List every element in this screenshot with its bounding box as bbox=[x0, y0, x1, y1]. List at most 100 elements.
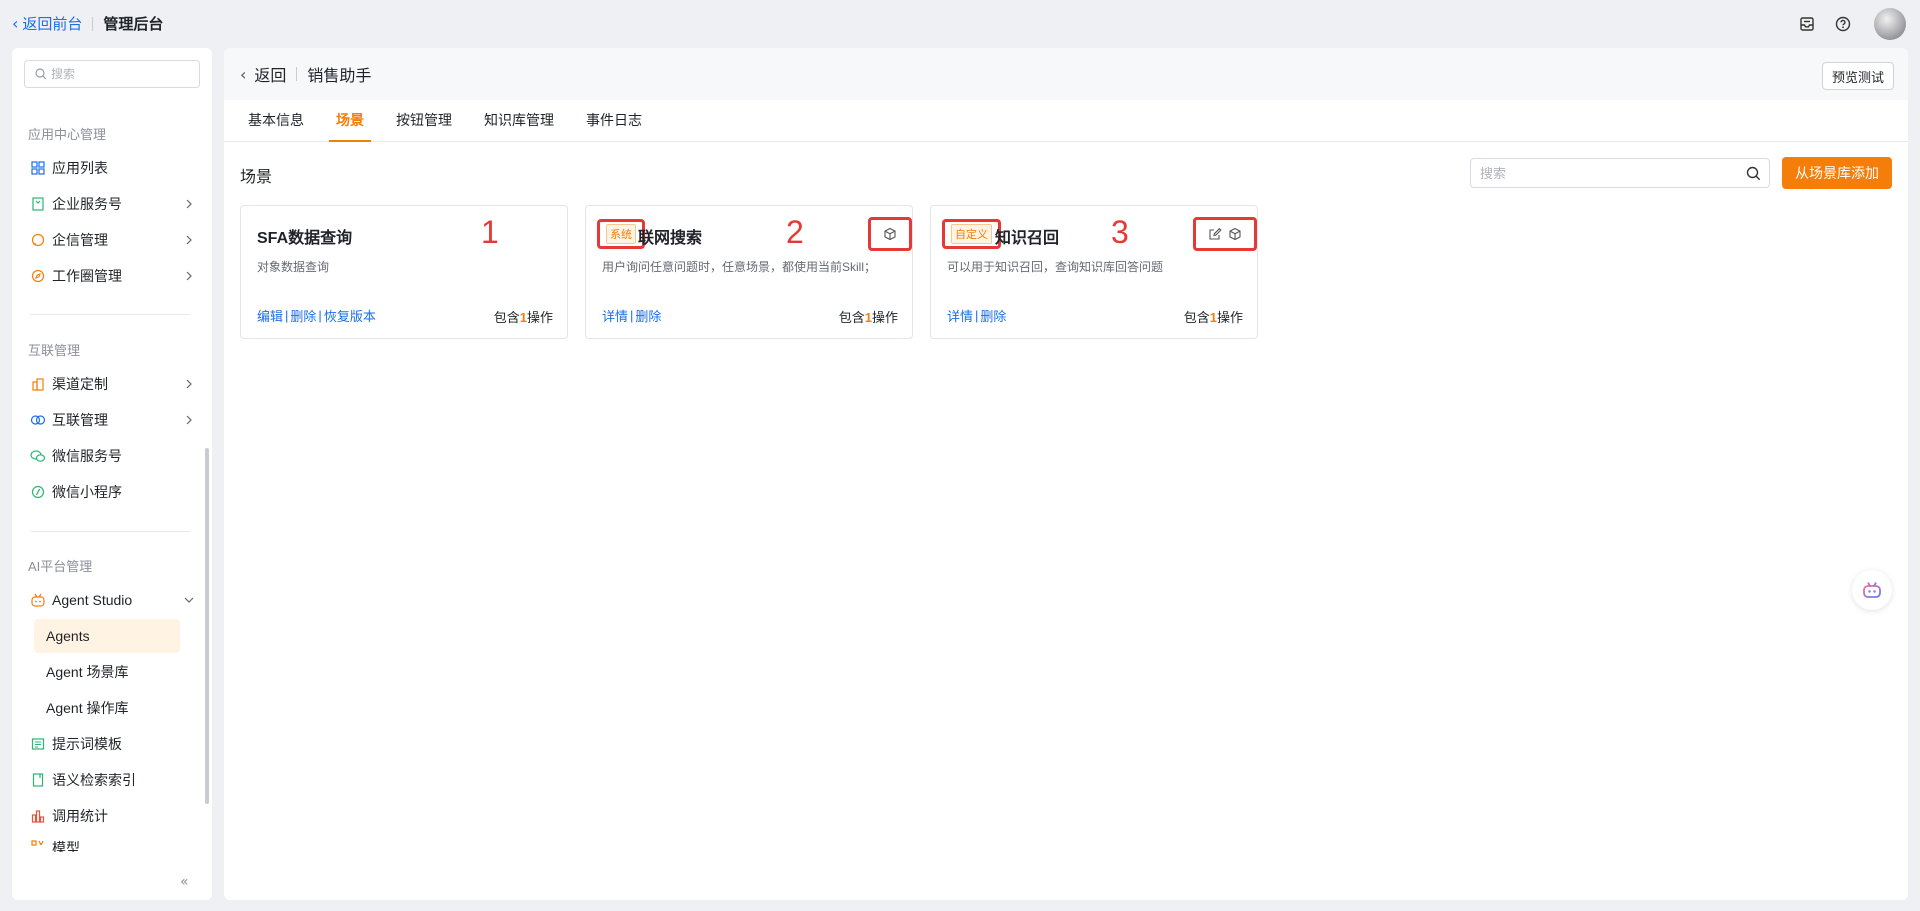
divider bbox=[30, 314, 190, 315]
robot-icon bbox=[30, 592, 46, 608]
tab-basic-info[interactable]: 基本信息 bbox=[248, 110, 304, 141]
divider bbox=[30, 531, 190, 532]
edit-icon[interactable] bbox=[1208, 227, 1222, 241]
page-title: 销售助手 bbox=[307, 68, 372, 85]
preview-test-button[interactable]: 预览测试 bbox=[1821, 62, 1894, 90]
details-link[interactable]: 详情 bbox=[947, 306, 973, 325]
scene-search-input[interactable] bbox=[1480, 165, 1742, 181]
main-panel: ‹ 返回 销售助手 预览测试 基本信息 场景 按钮管理 知识库管理 事件日志 场… bbox=[224, 48, 1908, 900]
chevron-right-icon bbox=[186, 199, 192, 209]
sidebar-item-label: Agents bbox=[46, 628, 90, 644]
sidebar-item-im-management[interactable]: 企信管理 bbox=[30, 224, 198, 256]
search-icon[interactable] bbox=[1746, 166, 1761, 181]
sidebar-item-agent-scene-library[interactable]: Agent 场景库 bbox=[34, 655, 180, 689]
chevron-right-icon bbox=[186, 271, 192, 281]
delete-link[interactable]: 删除 bbox=[635, 306, 661, 325]
sidebar-item-wechat-service[interactable]: 微信服务号 bbox=[30, 440, 198, 472]
back-to-frontend-label: 返回前台 bbox=[22, 16, 83, 33]
count-prefix: 包含 bbox=[838, 310, 865, 325]
scene-card: 系统 联网搜索 2 用户询问任意问题时，任意场景，都使用当前Skill； 详情 … bbox=[585, 205, 913, 339]
sidebar-item-interconnect[interactable]: 互联管理 bbox=[30, 404, 198, 436]
robot-icon bbox=[1863, 582, 1881, 598]
tab-scenes[interactable]: 场景 bbox=[329, 110, 371, 142]
restore-version-link[interactable]: 恢复版本 bbox=[324, 306, 376, 325]
badge-label: 系统 bbox=[606, 224, 636, 244]
scene-card-actions: 编辑 | 删除 | 恢复版本 bbox=[257, 306, 376, 325]
sidebar-item-app-list[interactable]: 应用列表 bbox=[30, 152, 198, 184]
count-value: 1 bbox=[864, 310, 872, 325]
scene-search[interactable] bbox=[1470, 158, 1770, 188]
sidebar-item-workcircle[interactable]: 工作圈管理 bbox=[30, 260, 198, 292]
separator: | bbox=[630, 308, 634, 323]
sidebar-scrollbar[interactable] bbox=[205, 448, 209, 804]
sidebar-item-label: 模型 bbox=[52, 840, 80, 852]
tab-event-log[interactable]: 事件日志 bbox=[586, 110, 642, 141]
avatar[interactable] bbox=[1874, 8, 1906, 40]
edit-link[interactable]: 编辑 bbox=[257, 306, 283, 325]
sidebar-search-input[interactable] bbox=[51, 67, 191, 81]
template-icon bbox=[30, 736, 46, 752]
sidebar-item-label: 企业服务号 bbox=[52, 196, 122, 212]
chevron-right-icon bbox=[186, 379, 192, 389]
sidebar-item-label: 微信小程序 bbox=[52, 484, 122, 500]
scene-card-title: 联网搜索 bbox=[638, 230, 703, 247]
details-link[interactable]: 详情 bbox=[602, 306, 628, 325]
grid-icon bbox=[30, 160, 46, 176]
scene-card-title: 知识召回 bbox=[995, 230, 1060, 247]
tab-button-management[interactable]: 按钮管理 bbox=[396, 110, 452, 141]
sidebar-item-channel[interactable]: 渠道定制 bbox=[30, 368, 198, 400]
link-icon bbox=[30, 412, 46, 428]
count-value: 1 bbox=[1209, 310, 1217, 325]
separator: | bbox=[318, 308, 322, 323]
back-button[interactable]: ‹ 返回 bbox=[240, 62, 286, 86]
cube-icon[interactable] bbox=[1228, 227, 1242, 241]
operation-count: 包含1操作 bbox=[839, 307, 898, 326]
scene-card-icon-group bbox=[868, 217, 912, 251]
scene-card-actions: 详情 | 删除 bbox=[947, 306, 1006, 325]
sidebar-item-call-stats[interactable]: 调用统计 bbox=[30, 800, 198, 832]
model-icon bbox=[30, 838, 46, 852]
sidebar-item-enterprise-service[interactable]: 企业服务号 bbox=[30, 188, 198, 220]
back-to-frontend-link[interactable]: ‹ 返回前台 bbox=[12, 13, 82, 34]
sidebar-item-label: 提示词模板 bbox=[52, 736, 122, 752]
sidebar-item-label: 调用统计 bbox=[52, 808, 108, 824]
sidebar-item-prompt-template[interactable]: 提示词模板 bbox=[30, 728, 198, 760]
app-title: 管理后台 bbox=[103, 16, 164, 33]
stats-icon bbox=[30, 808, 46, 824]
scene-card-icon-group bbox=[1193, 217, 1257, 251]
chevron-left-icon: ‹ bbox=[12, 14, 19, 33]
sidebar-item-label: Agent Studio bbox=[52, 592, 133, 608]
sidebar-item-agents[interactable]: Agents bbox=[34, 619, 180, 653]
add-from-scene-library-button[interactable]: 从场景库添加 bbox=[1782, 157, 1892, 189]
back-label: 返回 bbox=[254, 68, 287, 85]
sidebar-item-label: 工作圈管理 bbox=[52, 268, 122, 284]
sidebar-item-label: 微信服务号 bbox=[52, 448, 122, 464]
chevron-right-icon bbox=[186, 235, 192, 245]
badge-label: 自定义 bbox=[951, 224, 992, 244]
ai-assistant-button[interactable] bbox=[1852, 570, 1892, 610]
scene-card: 自定义 知识召回 3 可以用于知识召回，查询知识库回答问题 详情 | 删除 包含… bbox=[930, 205, 1258, 339]
bookmark-icon bbox=[30, 196, 46, 212]
sidebar-search[interactable] bbox=[24, 60, 200, 88]
tab-knowledge-base[interactable]: 知识库管理 bbox=[484, 110, 554, 141]
help-icon[interactable] bbox=[1834, 15, 1852, 33]
sidebar-item-wechat-miniprogram[interactable]: 微信小程序 bbox=[30, 476, 198, 508]
sidebar-item-model[interactable]: 模型 bbox=[30, 834, 198, 852]
sidebar-item-agent-operation-library[interactable]: Agent 操作库 bbox=[34, 691, 180, 725]
inbox-icon[interactable] bbox=[1798, 15, 1816, 33]
sidebar-group-label: 应用中心管理 bbox=[28, 127, 107, 142]
collapse-sidebar-icon[interactable]: « bbox=[180, 874, 198, 892]
sidebar-item-semantic-index[interactable]: 语义检索索引 bbox=[30, 764, 198, 796]
delete-link[interactable]: 删除 bbox=[290, 306, 316, 325]
sidebar-item-label: 企信管理 bbox=[52, 232, 108, 248]
scene-card-title: SFA数据查询 bbox=[257, 230, 353, 247]
sidebar-item-label: 互联管理 bbox=[52, 412, 108, 428]
cube-icon[interactable] bbox=[883, 227, 897, 241]
count-prefix: 包含 bbox=[493, 310, 520, 325]
tab-bar: 基本信息 场景 按钮管理 知识库管理 事件日志 bbox=[224, 100, 1908, 142]
top-right-tools bbox=[1798, 8, 1906, 40]
delete-link[interactable]: 删除 bbox=[980, 306, 1006, 325]
sidebar-item-agent-studio[interactable]: Agent Studio bbox=[30, 584, 198, 616]
count-value: 1 bbox=[519, 310, 527, 325]
sidebar-item-label: 应用列表 bbox=[52, 160, 108, 176]
